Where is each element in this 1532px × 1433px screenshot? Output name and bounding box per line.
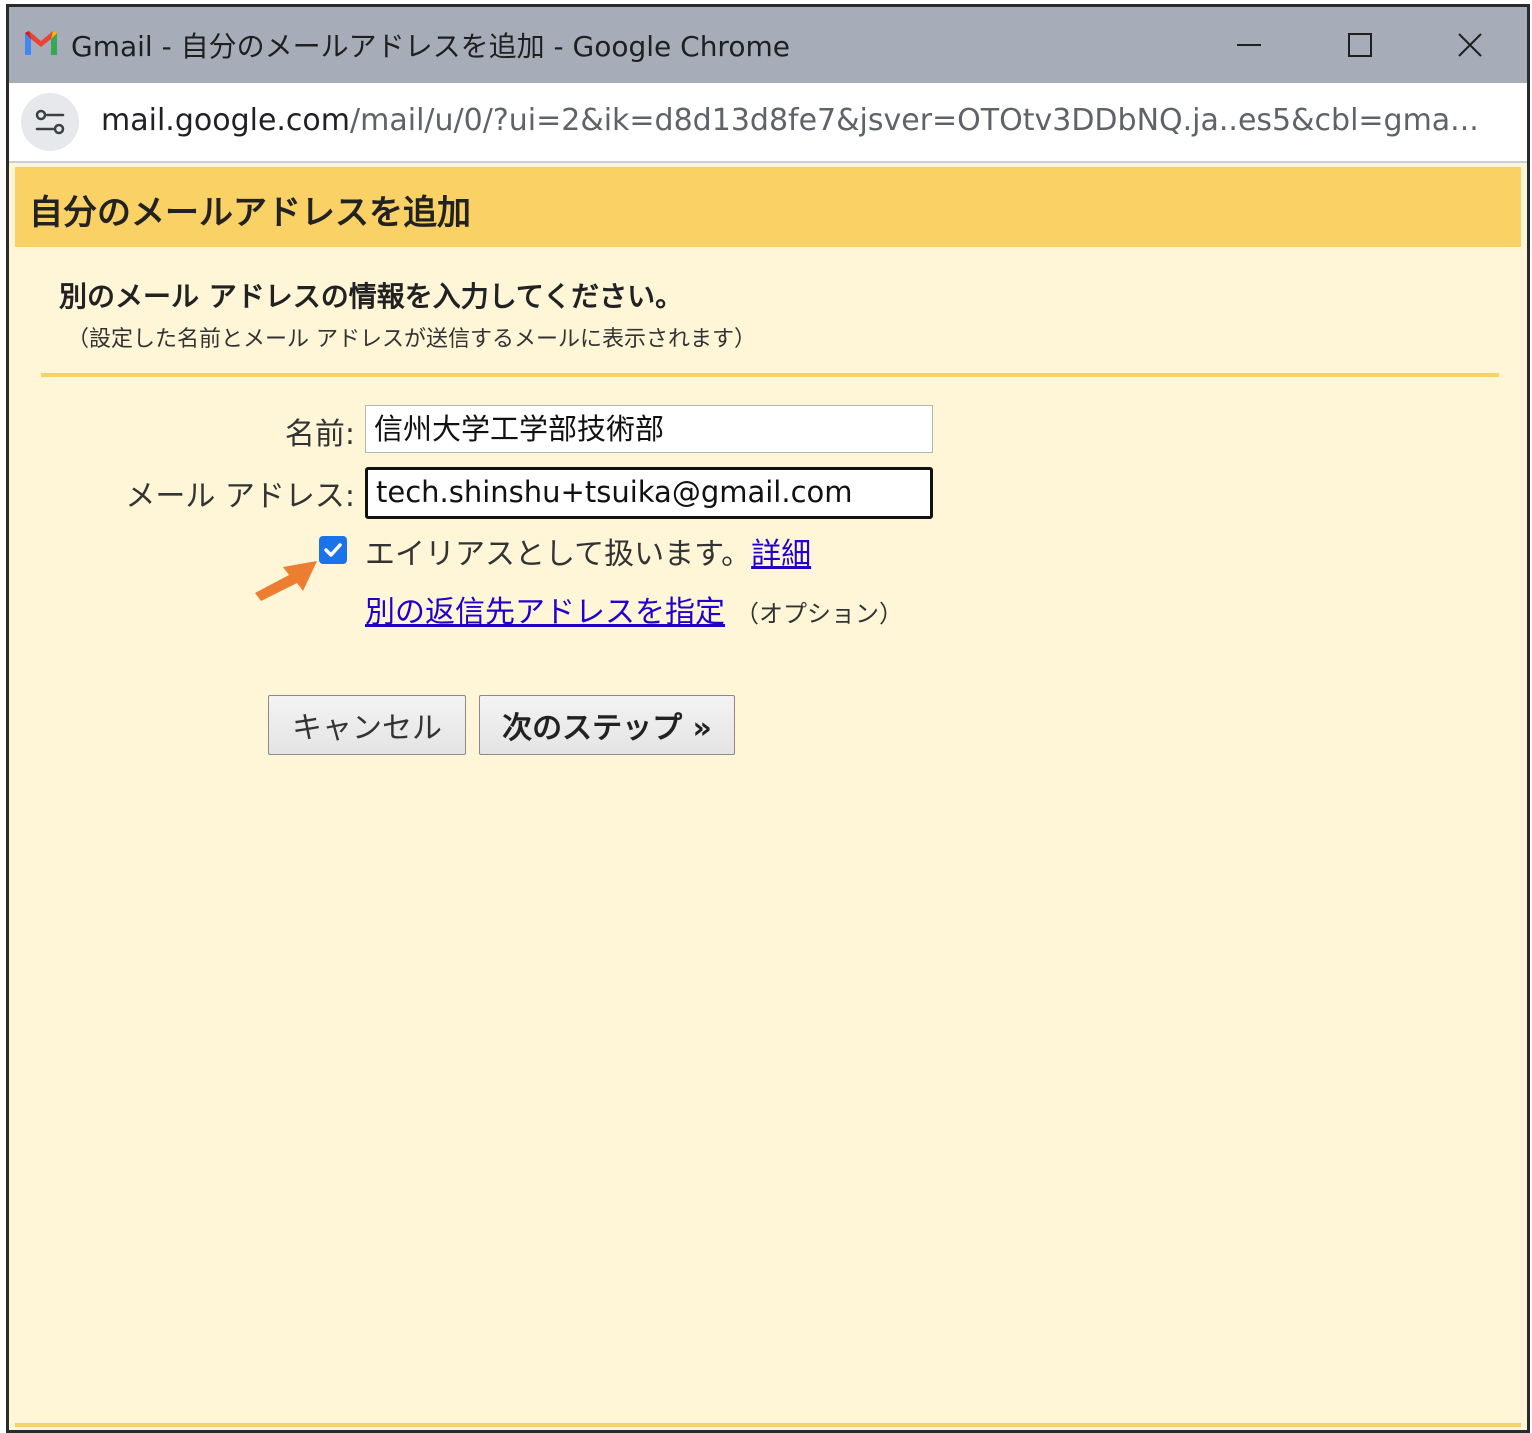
alias-label: エイリアスとして扱います。 [365, 537, 752, 572]
section-divider [41, 373, 1499, 377]
reply-to-row: 別の返信先アドレスを指定 （オプション） [365, 587, 903, 631]
reply-to-link[interactable]: 別の返信先アドレスを指定 [365, 595, 725, 630]
dialog-header: 自分のメールアドレスを追加 [15, 167, 1521, 247]
name-input[interactable]: 信州大学工学部技術部 [365, 405, 933, 453]
maximize-button[interactable] [1325, 17, 1395, 73]
title-bar: Gmail - 自分のメールアドレスを追加 - Google Chrome [9, 7, 1527, 83]
browser-window: Gmail - 自分のメールアドレスを追加 - Google Chrome ma… [6, 4, 1530, 1433]
minimize-button[interactable] [1214, 17, 1284, 73]
url-path: /mail/u/0/?ui=2&ik=d8d13d8fe7&jsver=OTOt… [350, 103, 1479, 138]
close-icon [1458, 33, 1482, 57]
close-button[interactable] [1435, 17, 1505, 73]
site-settings-icon [35, 109, 65, 135]
dialog-body: 別のメール アドレスの情報を入力してください。 （設定した名前とメール アドレス… [15, 247, 1521, 1427]
dialog-title: 自分のメールアドレスを追加 [29, 193, 471, 233]
email-label: メール アドレス: [125, 479, 355, 514]
alias-checkbox[interactable] [319, 536, 347, 564]
alias-details-link[interactable]: 詳細 [751, 537, 811, 572]
reply-to-optional-label: （オプション） [735, 600, 903, 628]
instruction-note: （設定した名前とメール アドレスが送信するメールに表示されます） [67, 327, 756, 352]
checkmark-icon [324, 543, 342, 557]
address-bar: mail.google.com/mail/u/0/?ui=2&ik=d8d13d… [9, 83, 1527, 163]
gmail-logo-icon [25, 31, 57, 55]
window-title: Gmail - 自分のメールアドレスを追加 - Google Chrome [71, 30, 790, 63]
instruction-text: 別のメール アドレスの情報を入力してください。 [59, 280, 684, 313]
url-host: mail.google.com [101, 103, 351, 138]
alias-option: エイリアスとして扱います。詳細 [365, 529, 811, 573]
name-label: 名前: [284, 417, 355, 452]
next-step-button[interactable]: 次のステップ » [479, 695, 735, 755]
email-input[interactable]: tech.shinshu+tsuika@gmail.com [365, 467, 933, 519]
minimize-icon [1237, 44, 1261, 46]
site-info-button[interactable] [21, 93, 79, 151]
cancel-button[interactable]: キャンセル [268, 695, 466, 755]
arrow-pointer-icon [255, 561, 317, 601]
maximize-icon [1348, 33, 1372, 57]
url-field[interactable]: mail.google.com/mail/u/0/?ui=2&ik=d8d13d… [101, 103, 1501, 138]
